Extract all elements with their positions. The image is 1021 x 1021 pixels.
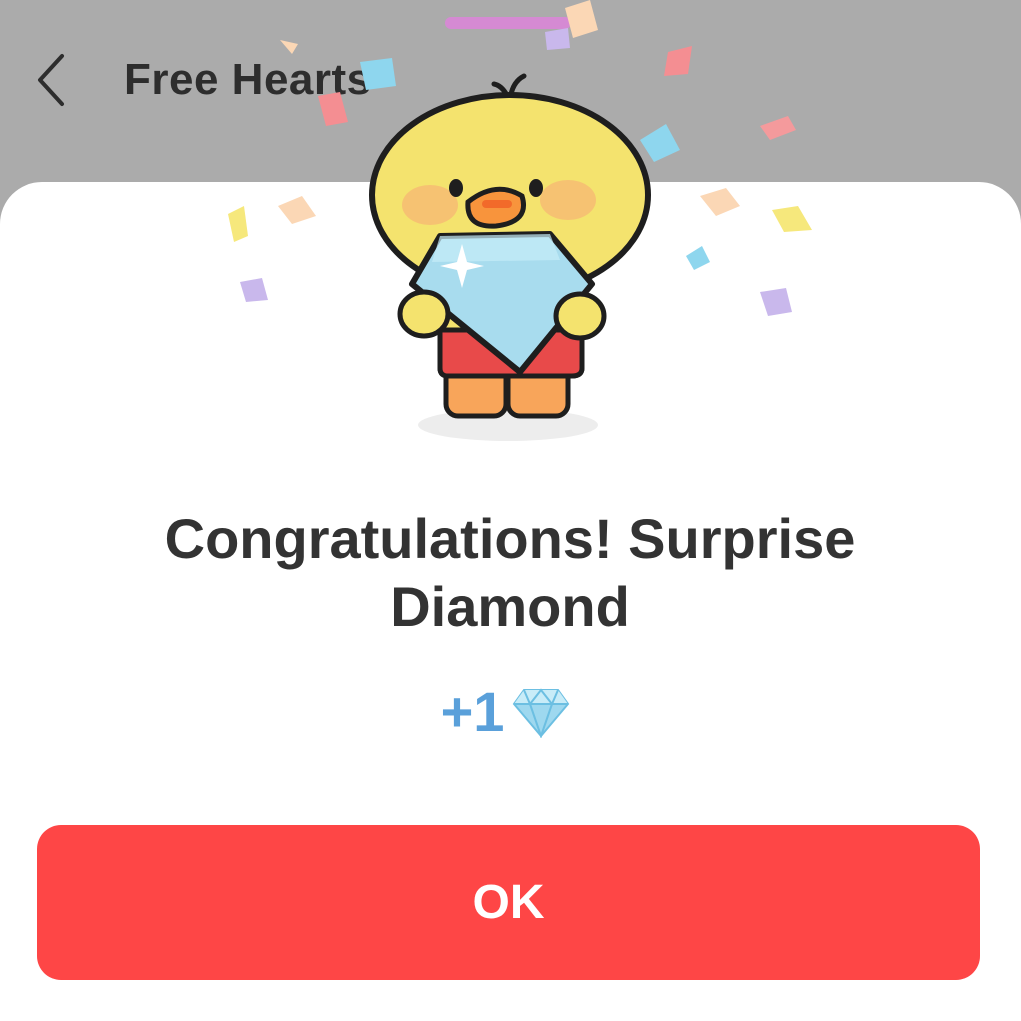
reward-amount: +1 [440,680,505,743]
ok-button[interactable]: OK [37,825,980,980]
diamond-icon [513,688,570,738]
ok-button-label: OK [472,876,545,929]
back-button[interactable] [22,45,82,115]
page-title: Free Hearts [124,55,372,104]
dialog-title: Congratulations! Surprise Diamond [164,507,856,638]
duck-mascot-illustration [369,73,651,441]
drag-handle[interactable] [445,17,571,29]
chevron-left-icon [38,54,64,106]
reward-line: +1 [0,680,1016,744]
